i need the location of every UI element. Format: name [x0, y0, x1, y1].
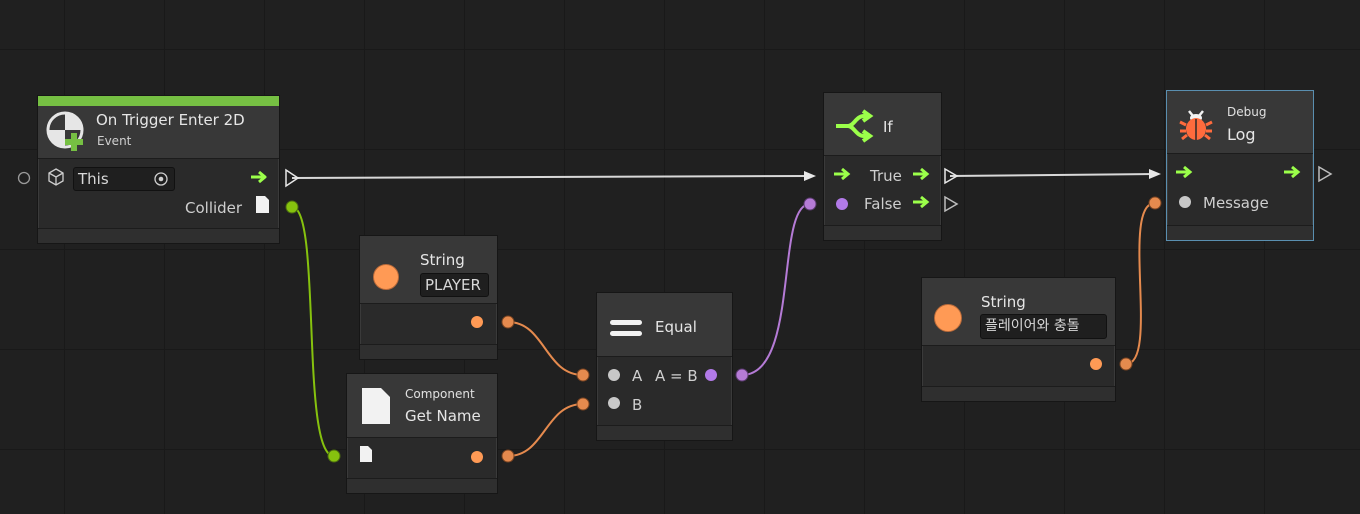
string-output-port[interactable] [471, 316, 483, 328]
string-value: PLAYER [425, 276, 481, 294]
input-b-port[interactable] [608, 397, 620, 409]
flow-port-if-false-out [944, 195, 959, 213]
node-title: Get Name [405, 407, 481, 425]
node-subtitle: Event [97, 134, 132, 148]
input-a-label: A [632, 367, 643, 385]
node-title: Equal [655, 318, 697, 336]
input-b-label: B [632, 396, 643, 414]
equal-icon [610, 320, 642, 336]
flow-wire-trigger-if [291, 175, 811, 179]
condition-input-port[interactable] [836, 198, 848, 210]
node-on-trigger-enter-2d[interactable]: On Trigger Enter 2D Event This Collider [37, 95, 280, 244]
flow-wire-arrowhead [804, 171, 816, 181]
string-wire-player [507, 321, 584, 376]
node-string-message[interactable]: String 플레이어와 충돌 [921, 277, 1116, 402]
string-wire-getname [507, 403, 584, 457]
document-input-icon [360, 446, 372, 462]
trigger-event-icon [46, 111, 84, 151]
document-icon [256, 196, 269, 213]
flow-wire-arrowhead [1149, 169, 1161, 179]
node-title: On Trigger Enter 2D [96, 111, 245, 129]
node-debug-log[interactable]: Debug Log Message [1166, 90, 1314, 241]
node-title: Log [1227, 125, 1256, 144]
node-category: Component [405, 387, 475, 401]
message-input-label: Message [1203, 194, 1269, 212]
bool-wire-condition [741, 203, 811, 376]
target-field-value: This [78, 170, 109, 188]
output-label: A = B [655, 367, 698, 385]
string-output-port[interactable] [1090, 358, 1102, 370]
branch-icon [836, 109, 874, 143]
flow-in-arrow-icon[interactable] [833, 166, 855, 182]
flow-out-false-arrow-icon[interactable] [912, 194, 934, 210]
flow-port-log-out [1318, 165, 1333, 183]
node-if[interactable]: If True False [823, 92, 942, 241]
trigger-unused-port [17, 171, 31, 185]
bool-output-port[interactable] [705, 369, 717, 381]
object-picker-icon[interactable] [153, 171, 169, 187]
node-title: String [981, 293, 1026, 311]
string-wire-message [1125, 202, 1156, 365]
node-component-get-name[interactable]: Component Get Name [346, 373, 498, 494]
string-icon [934, 304, 962, 332]
node-equal[interactable]: Equal A A = B B [596, 292, 733, 441]
document-icon [362, 388, 390, 424]
cube-icon [48, 168, 64, 186]
collider-output-label: Collider [185, 199, 243, 217]
flow-out-arrow-icon[interactable] [1283, 164, 1305, 180]
node-category: Debug [1227, 105, 1267, 119]
string-value-field[interactable]: 플레이어와 충돌 [980, 314, 1107, 339]
flow-wire-if-log [949, 173, 1157, 177]
event-color-bar [38, 96, 279, 106]
string-output-port[interactable] [471, 451, 483, 463]
string-value-field[interactable]: PLAYER [420, 273, 489, 297]
false-output-label: False [864, 195, 902, 213]
collider-wire [291, 206, 335, 457]
flow-in-arrow-icon[interactable] [1175, 164, 1197, 180]
node-string-player[interactable]: String PLAYER [359, 235, 498, 360]
string-icon [373, 264, 399, 290]
flow-out-true-arrow-icon[interactable] [912, 166, 934, 182]
input-a-port[interactable] [608, 369, 620, 381]
node-title: String [420, 251, 465, 269]
node-title: If [883, 118, 893, 136]
string-value: 플레이어와 충돌 [985, 318, 1080, 334]
message-input-port[interactable] [1179, 196, 1191, 208]
true-output-label: True [870, 167, 902, 185]
bug-icon [1179, 110, 1213, 141]
flow-out-arrow-icon[interactable] [250, 169, 272, 185]
